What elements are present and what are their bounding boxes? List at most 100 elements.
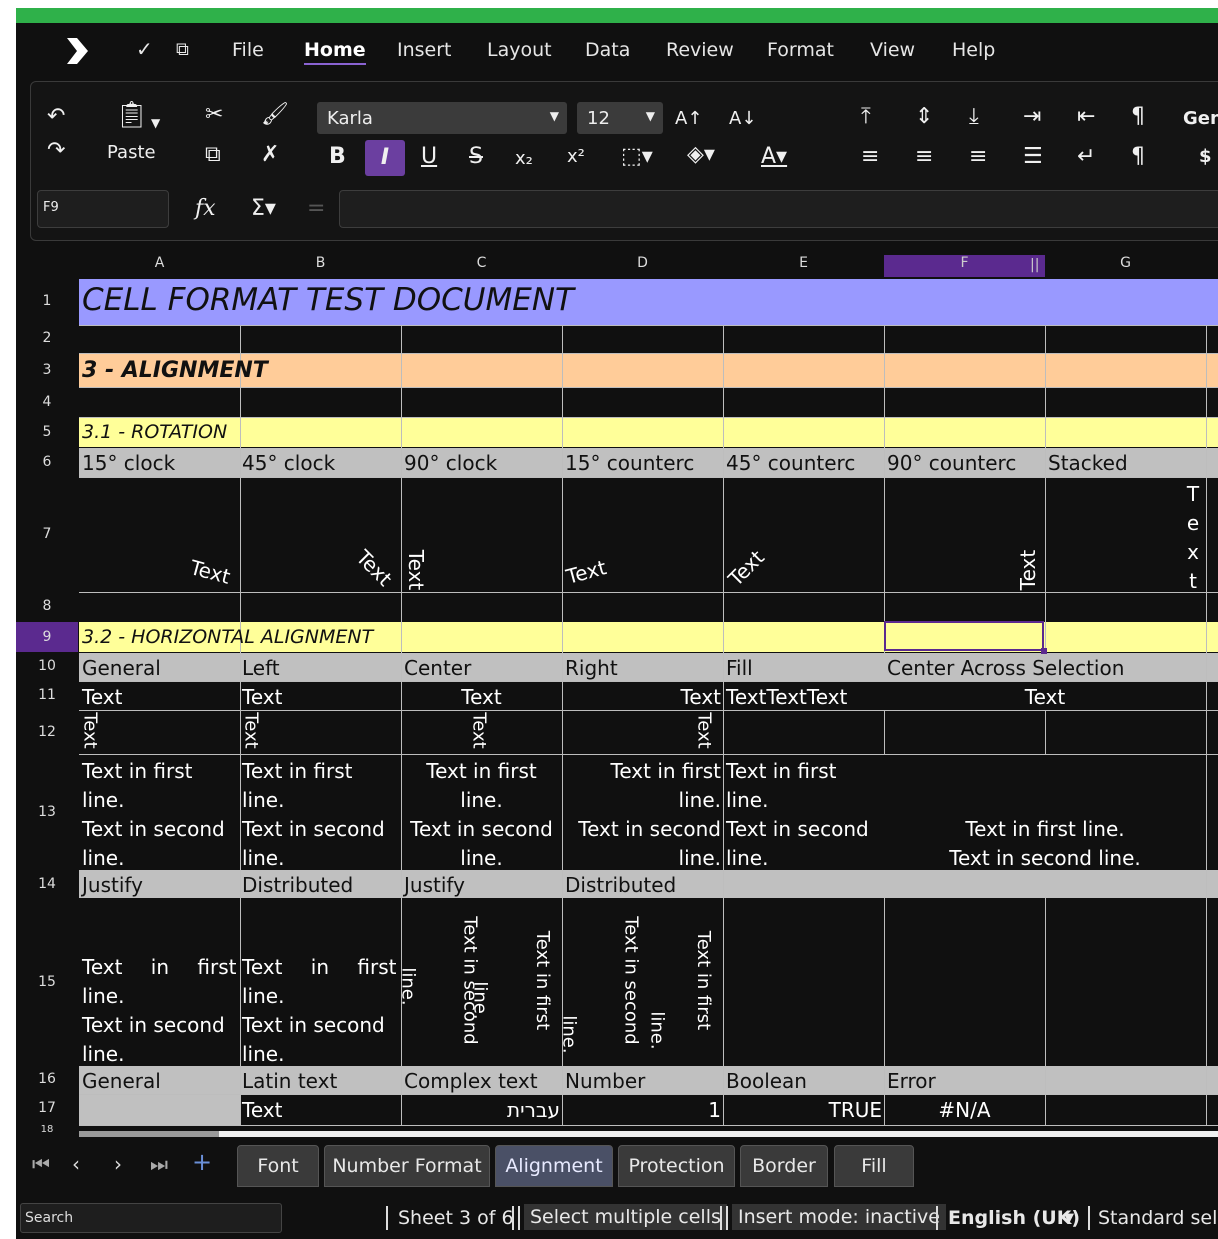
column-header-b[interactable]: B — [240, 255, 401, 277]
column-header-a[interactable]: A — [79, 255, 240, 277]
cell-b7-rotated[interactable]: Text — [351, 545, 397, 591]
cell-a7-rotated[interactable]: Text — [188, 555, 233, 589]
row-header[interactable]: 15 — [16, 974, 78, 990]
paragraph-rtl-icon[interactable]: ¶ — [1131, 146, 1145, 168]
cell-b12-vertical[interactable]: Text — [241, 712, 262, 748]
cell-c13[interactable]: Text in first line. Text in second line. — [401, 757, 562, 873]
cell-b6[interactable]: 45° clock — [242, 451, 335, 475]
cell-d12-vertical[interactable]: Text — [694, 712, 715, 748]
align-bottom-icon[interactable]: ⤓ — [969, 106, 979, 128]
cell-e11[interactable]: TextTextText — [726, 685, 847, 709]
cell-e10[interactable]: Fill — [726, 656, 753, 680]
align-top-icon[interactable]: ⤒ — [861, 106, 871, 128]
cell-e17[interactable]: TRUE — [723, 1098, 882, 1122]
equals-icon[interactable]: = — [307, 198, 325, 220]
align-center-icon[interactable]: ≡ — [915, 146, 933, 168]
cell-f17[interactable]: #N/A — [884, 1098, 1045, 1122]
align-right-icon[interactable]: ≡ — [969, 146, 987, 168]
italic-icon[interactable]: I — [365, 140, 405, 176]
currency-icon[interactable]: $ — [1199, 146, 1212, 168]
cell-f11[interactable]: Text — [884, 685, 1206, 709]
row-header[interactable]: 11 — [16, 687, 78, 703]
row-header[interactable]: 8 — [16, 598, 78, 614]
cell-c14[interactable]: Justify — [404, 873, 465, 897]
menu-view[interactable]: View — [870, 39, 915, 61]
clear-format-icon[interactable]: ✗ — [261, 144, 279, 166]
cell-d10[interactable]: Right — [565, 656, 618, 680]
menu-layout[interactable]: Layout — [487, 39, 552, 61]
menu-insert[interactable]: Insert — [397, 39, 452, 61]
bold-icon[interactable]: B — [329, 146, 346, 168]
cell-g6[interactable]: Stacked — [1048, 451, 1128, 475]
scrollbar-thumb[interactable] — [79, 1131, 219, 1137]
cell-d14[interactable]: Distributed — [565, 873, 676, 897]
cell-c12-vertical[interactable]: Text — [469, 712, 490, 748]
cell-a11[interactable]: Text — [82, 685, 122, 709]
menu-help[interactable]: Help — [952, 39, 995, 61]
shrink-font-icon[interactable]: A↓ — [729, 108, 756, 130]
cell-a9-subsection[interactable]: 3.2 - HORIZONTAL ALIGNMENT — [82, 626, 373, 648]
cell-a16[interactable]: General — [82, 1069, 161, 1093]
last-sheet-icon[interactable]: ⏭︎ — [150, 1152, 168, 1176]
cell-e7-rotated[interactable]: Text — [723, 545, 769, 591]
row-header[interactable]: 17 — [16, 1100, 78, 1116]
row-header[interactable]: 3 — [16, 362, 78, 378]
cell-d17[interactable]: 1 — [562, 1098, 721, 1122]
superscript-icon[interactable]: x² — [567, 146, 585, 168]
add-sheet-icon[interactable]: + — [192, 1148, 212, 1176]
tab-alignment[interactable]: Alignment — [495, 1145, 613, 1187]
cell-e16[interactable]: Boolean — [726, 1069, 807, 1093]
row-header[interactable]: 5 — [16, 424, 78, 440]
cell-a12-vertical[interactable]: Text — [80, 712, 101, 748]
name-box[interactable]: F9 — [37, 190, 169, 228]
cell-c10[interactable]: Center — [404, 656, 471, 680]
cell-d16[interactable]: Number — [565, 1069, 645, 1093]
cell-f6[interactable]: 90° counterc — [887, 451, 1016, 475]
column-header-f[interactable]: F — [884, 255, 1045, 277]
cell-d6[interactable]: 15° counterc — [565, 451, 694, 475]
redo-icon[interactable]: ↷ — [47, 140, 65, 162]
row-header[interactable]: 12 — [16, 724, 78, 740]
cell-a6[interactable]: 15° clock — [82, 451, 175, 475]
menu-format[interactable]: Format — [767, 39, 834, 61]
cell-a14[interactable]: Justify — [82, 873, 143, 897]
column-header-c[interactable]: C — [401, 255, 562, 277]
status-selection-mode[interactable]: Select multiple cells — [524, 1204, 727, 1230]
tab-font[interactable]: Font — [237, 1145, 319, 1187]
cell-e13[interactable]: Text in first line. Text in second line. — [726, 757, 869, 873]
cell-b15-distributed[interactable]: Text in first line. Text in second line. — [242, 953, 397, 1069]
menu-review[interactable]: Review — [666, 39, 734, 61]
clipboard-icon[interactable]: 📋︎ — [115, 102, 148, 128]
function-wizard-icon[interactable]: 𝑓x — [195, 198, 216, 220]
row-header[interactable]: 16 — [16, 1071, 78, 1087]
copy-icon[interactable]: ⧉ — [205, 144, 221, 166]
cell-f13-merged[interactable]: Text in first line. Text in second line. — [884, 815, 1206, 873]
edit-window-icon[interactable]: ⧉ — [176, 39, 189, 60]
cell-b17[interactable]: Text — [242, 1098, 282, 1122]
paste-dropdown-icon[interactable]: ▼ — [151, 112, 160, 134]
fill-handle[interactable] — [1041, 648, 1047, 654]
align-middle-icon[interactable]: ⇕ — [915, 106, 933, 128]
selected-cell-f9[interactable] — [884, 621, 1044, 651]
cell-d7-rotated[interactable]: Text — [564, 555, 609, 589]
number-format-select[interactable]: Gen — [1183, 108, 1218, 130]
row-header[interactable]: 6 — [16, 454, 78, 470]
status-language[interactable]: English (UK) — [948, 1207, 1080, 1229]
cell-a1-title[interactable]: CELL FORMAT TEST DOCUMENT — [82, 282, 574, 318]
sum-icon[interactable]: Σ▾ — [251, 198, 276, 220]
row-header[interactable]: 2 — [16, 330, 78, 346]
cell-b14[interactable]: Distributed — [242, 873, 353, 897]
cell-a10[interactable]: General — [82, 656, 161, 680]
cell-f7-rotated[interactable]: Text — [1016, 550, 1040, 590]
status-standard-selection[interactable]: Standard sele — [1098, 1207, 1218, 1229]
paragraph-ltr-icon[interactable]: ¶ — [1131, 106, 1145, 128]
menu-data[interactable]: Data — [585, 39, 630, 61]
align-left-icon[interactable]: ≡ — [861, 146, 879, 168]
undo-icon[interactable]: ↶ — [47, 106, 65, 128]
column-resize-handle[interactable]: || — [1030, 257, 1039, 273]
cell-f16[interactable]: Error — [887, 1069, 936, 1093]
wrap-text-icon[interactable]: ↵ — [1077, 146, 1095, 168]
language-dropdown-icon[interactable]: ▼ — [1064, 1211, 1074, 1226]
borders-icon[interactable]: ⬚▾ — [621, 146, 653, 168]
cell-c11[interactable]: Text — [401, 685, 562, 709]
